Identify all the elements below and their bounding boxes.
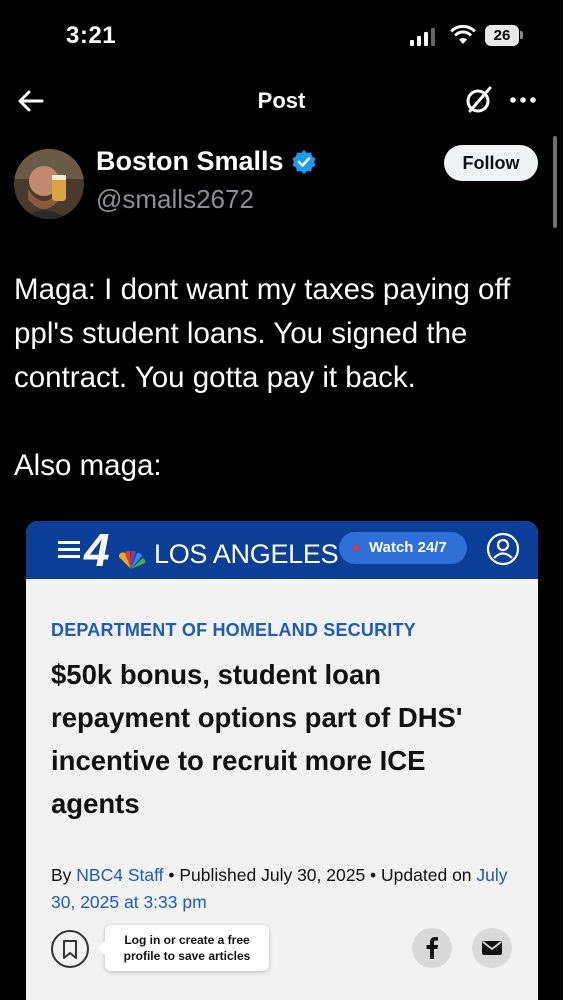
verified-badge-icon — [292, 149, 316, 174]
status-bar: 3:21 26 — [0, 0, 563, 72]
save-article-tooltip: Log in or create a free profile to save … — [98, 925, 269, 971]
byline-author: NBC4 Staff — [76, 865, 164, 885]
status-time: 3:21 — [66, 22, 117, 49]
peacock-logo-icon — [118, 551, 146, 569]
hamburger-menu-icon — [58, 541, 80, 559]
more-icon[interactable] — [507, 84, 539, 116]
user-profile-icon — [486, 532, 520, 566]
station-name: LOS ANGELES — [154, 539, 339, 569]
nbc-header-bar: 4 LOS ANGELES Watch 24/7 — [26, 521, 538, 579]
battery-tip — [520, 31, 523, 39]
article-byline: By NBC4 Staff • Published July 30, 2025 … — [51, 862, 521, 916]
article-headline: $50k bonus, student loan repayment optio… — [51, 659, 463, 819]
tooltip-line-1: Log in or create a free — [124, 933, 250, 947]
article-kicker: DEPARTMENT OF HOMELAND SECURITY — [51, 620, 416, 640]
wifi-icon — [450, 24, 476, 44]
embedded-article-image[interactable]: 4 LOS ANGELES Watch 24/7 DEPARTMENT OF H… — [26, 521, 538, 1000]
avatar-image — [14, 149, 84, 219]
author-name[interactable]: Boston Smalls — [96, 146, 284, 177]
cellular-signal-icon — [410, 28, 438, 46]
facebook-icon — [426, 937, 438, 959]
email-icon — [482, 941, 502, 955]
author-name-row: Boston Smalls — [96, 146, 317, 177]
live-dot — [353, 545, 359, 551]
byline-prefix: By — [51, 865, 77, 885]
bookmark-icon — [63, 940, 77, 959]
bookmark-button — [51, 930, 89, 968]
scrollbar[interactable] — [553, 136, 557, 228]
battery-icon: 26 — [485, 25, 519, 46]
grok-icon[interactable] — [462, 84, 494, 116]
byline-published: • Published July 30, 2025 • Updated on — [163, 865, 477, 885]
tooltip-line-2: profile to save articles — [123, 949, 251, 963]
facebook-share-button — [412, 928, 452, 968]
author-handle[interactable]: @smalls2672 — [96, 184, 254, 215]
nbc4-logo: 4 — [84, 524, 110, 576]
email-share-button — [472, 928, 512, 968]
follow-button[interactable]: Follow — [444, 145, 538, 181]
avatar[interactable] — [14, 149, 84, 219]
post-header: Post — [0, 72, 563, 130]
watch-label: Watch 24/7 — [369, 539, 447, 556]
post-text: Maga: I dont want my taxes paying off pp… — [14, 273, 511, 482]
watch-live-button: Watch 24/7 — [339, 532, 467, 564]
